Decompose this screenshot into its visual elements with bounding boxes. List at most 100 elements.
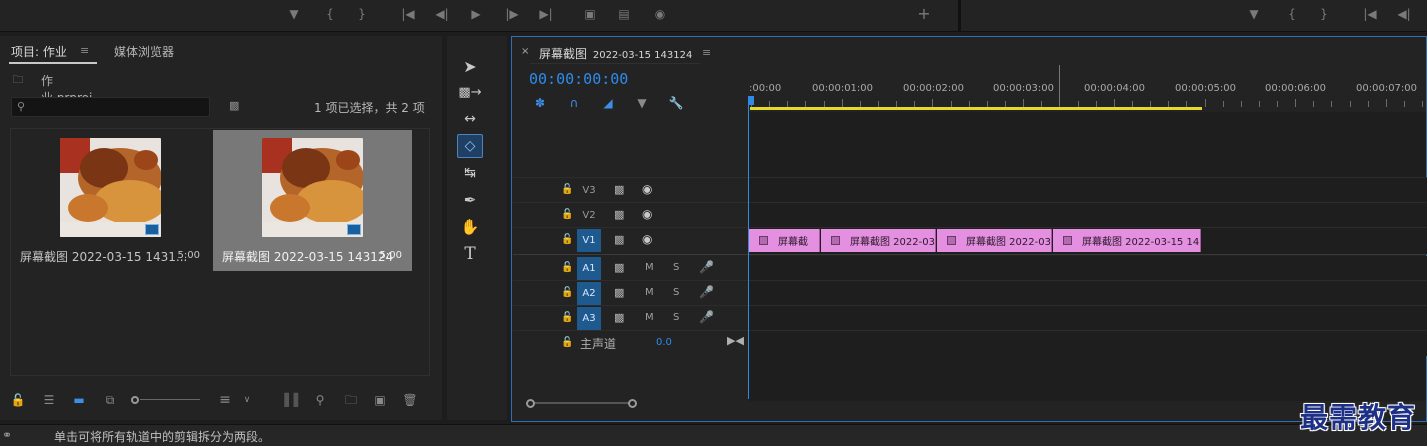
lock-icon[interactable]: 🔓 — [561, 209, 573, 220]
track-target-a1[interactable]: A1 — [577, 257, 601, 280]
sync-lock-icon[interactable]: ▩ — [614, 261, 624, 274]
playhead[interactable] — [748, 99, 749, 399]
extract-icon[interactable]: ▤ — [614, 5, 634, 23]
step-back-icon[interactable]: ◀| — [432, 5, 452, 23]
mark-in-icon[interactable]: { — [320, 5, 340, 23]
selection-tool-icon[interactable]: ➤ — [457, 54, 483, 78]
track-content[interactable] — [749, 331, 1427, 356]
tab-media-browser[interactable]: 媒体浏览器 — [114, 43, 174, 60]
eye-icon[interactable]: ◉ — [642, 182, 652, 196]
list-view-icon[interactable]: ☰ — [40, 392, 58, 408]
freeform-view-icon[interactable]: ⧉ — [99, 392, 121, 408]
eye-icon[interactable]: ◉ — [642, 207, 652, 221]
timeline-zoom-scrollbar[interactable] — [526, 399, 637, 408]
lock-icon[interactable]: 🔓 — [561, 262, 573, 273]
mark-out-icon[interactable]: } — [1314, 5, 1334, 23]
sync-lock-icon[interactable]: ▩ — [614, 208, 624, 221]
linked-selection-icon[interactable]: ◢ — [599, 95, 617, 111]
sync-lock-icon[interactable]: ▩ — [614, 183, 624, 196]
project-item-selected[interactable]: 屏幕截图 2022-03-15 143124 5:00 — [213, 130, 412, 271]
sync-lock-icon[interactable]: ▩ — [614, 311, 624, 324]
pen-tool-icon[interactable]: ✒ — [457, 188, 483, 212]
track-target-v2[interactable]: V2 — [577, 204, 601, 227]
play-icon[interactable]: ▶ — [466, 5, 486, 23]
scroll-handle-right[interactable] — [628, 399, 637, 408]
track-content[interactable] — [749, 203, 1427, 228]
work-area-bar[interactable] — [750, 107, 1202, 110]
close-icon[interactable]: × — [521, 46, 529, 57]
go-to-in-icon[interactable]: |◀ — [398, 5, 418, 23]
zoom-slider[interactable] — [131, 396, 201, 404]
wrench-icon[interactable]: 🔧 — [667, 95, 685, 111]
go-to-out-icon[interactable]: ▶| — [536, 5, 556, 23]
go-to-end-icon[interactable]: ▶◀ — [727, 334, 744, 347]
lock-icon[interactable]: 🔓 — [561, 337, 573, 348]
hand-tool-icon[interactable]: ✋ — [457, 215, 483, 239]
timecode-display[interactable]: 00:00:00:00 — [529, 70, 628, 88]
microphone-icon[interactable]: 🎤 — [699, 285, 714, 299]
marker-icon[interactable]: ▼ — [284, 5, 304, 23]
solo-button[interactable]: S — [673, 262, 679, 273]
sync-lock-icon[interactable]: ▩ — [614, 286, 624, 299]
type-tool-icon[interactable]: T — [457, 242, 483, 266]
scroll-handle-left[interactable] — [526, 399, 535, 408]
track-target-a2[interactable]: A2 — [577, 282, 601, 305]
clip[interactable]: 屏幕截图 2022-03 — [937, 229, 1052, 252]
track-target-v1[interactable]: V1 — [577, 229, 601, 252]
ripple-edit-tool-icon[interactable]: ↔ — [457, 107, 483, 131]
sync-lock-icon[interactable]: ▩ — [614, 233, 624, 246]
track-target-a3[interactable]: A3 — [577, 307, 601, 330]
new-bin-icon[interactable]: 🗀 — [342, 392, 360, 408]
master-volume-value[interactable]: 0.0 — [656, 337, 672, 348]
panel-menu-icon[interactable]: ≡ — [80, 45, 89, 56]
time-ruler[interactable]: :00:00 00:00:01:00 00:00:02:00 00:00:03:… — [749, 77, 1425, 109]
microphone-icon[interactable]: 🎤 — [699, 310, 714, 324]
clip[interactable]: 屏幕截图 2022-03-15 1431 — [1053, 229, 1201, 252]
icon-view-icon[interactable]: ▬ — [70, 392, 88, 408]
solo-button[interactable]: S — [673, 287, 679, 298]
clip[interactable]: 屏幕截图 2022-03 — [821, 229, 936, 252]
search-input[interactable]: ⚲ — [11, 97, 210, 117]
playhead-handle[interactable] — [748, 96, 754, 105]
go-to-in-icon[interactable]: |◀ — [1360, 5, 1380, 23]
tab-project[interactable]: 项目: 作业 — [11, 43, 67, 60]
panel-menu-icon[interactable]: ≡ — [702, 47, 711, 58]
add-icon[interactable]: + — [914, 5, 934, 23]
new-item-icon[interactable]: ▣ — [372, 392, 388, 408]
clip[interactable]: 屏幕截 — [749, 229, 820, 252]
lock-icon[interactable]: 🔓 — [561, 287, 573, 298]
eye-icon[interactable]: ◉ — [642, 232, 652, 246]
track-content[interactable] — [749, 256, 1427, 281]
lock-icon[interactable]: 🔓 — [561, 312, 573, 323]
snap-icon[interactable]: ∩ — [565, 95, 583, 111]
solo-button[interactable]: S — [673, 312, 679, 323]
track-content[interactable] — [749, 281, 1427, 306]
mute-button[interactable]: M — [645, 262, 654, 273]
track-content[interactable]: 屏幕截 屏幕截图 2022-03 屏幕截图 2022-03 屏幕截图 2022-… — [749, 228, 1427, 255]
lift-icon[interactable]: ▣ — [580, 5, 600, 23]
track-target-v3[interactable]: V3 — [577, 179, 601, 202]
mute-button[interactable]: M — [645, 312, 654, 323]
trash-icon[interactable]: 🗑 — [402, 392, 418, 408]
track-content[interactable] — [749, 306, 1427, 331]
automate-to-sequence-icon[interactable]: ▐▐ — [280, 392, 298, 408]
microphone-icon[interactable]: 🎤 — [699, 260, 714, 274]
lock-icon[interactable]: 🔓 — [561, 234, 573, 245]
mark-out-icon[interactable]: } — [352, 5, 372, 23]
sort-icon[interactable]: ≡ — [216, 392, 234, 408]
lock-open-icon[interactable]: 🔓 — [10, 392, 26, 408]
lock-icon[interactable]: 🔓 — [561, 184, 573, 195]
marker-icon[interactable]: ▼ — [1244, 5, 1264, 23]
step-back-icon[interactable]: ◀| — [1394, 5, 1414, 23]
new-search-bin-icon[interactable]: ▩ — [229, 100, 239, 111]
sequence-tab[interactable]: 屏幕截图 2022-03-15 143124 — [539, 45, 692, 62]
nest-icon[interactable]: ✽ — [531, 95, 549, 111]
step-forward-icon[interactable]: |▶ — [502, 5, 522, 23]
track-content[interactable] — [749, 178, 1427, 203]
track-select-tool-icon[interactable]: ▩→ — [457, 80, 483, 104]
export-frame-icon[interactable]: ◉ — [650, 5, 670, 23]
slip-tool-icon[interactable]: ↹ — [457, 161, 483, 185]
add-marker-icon[interactable]: ▼ — [633, 95, 651, 111]
find-icon[interactable]: ⚲ — [312, 392, 328, 408]
mute-button[interactable]: M — [645, 287, 654, 298]
